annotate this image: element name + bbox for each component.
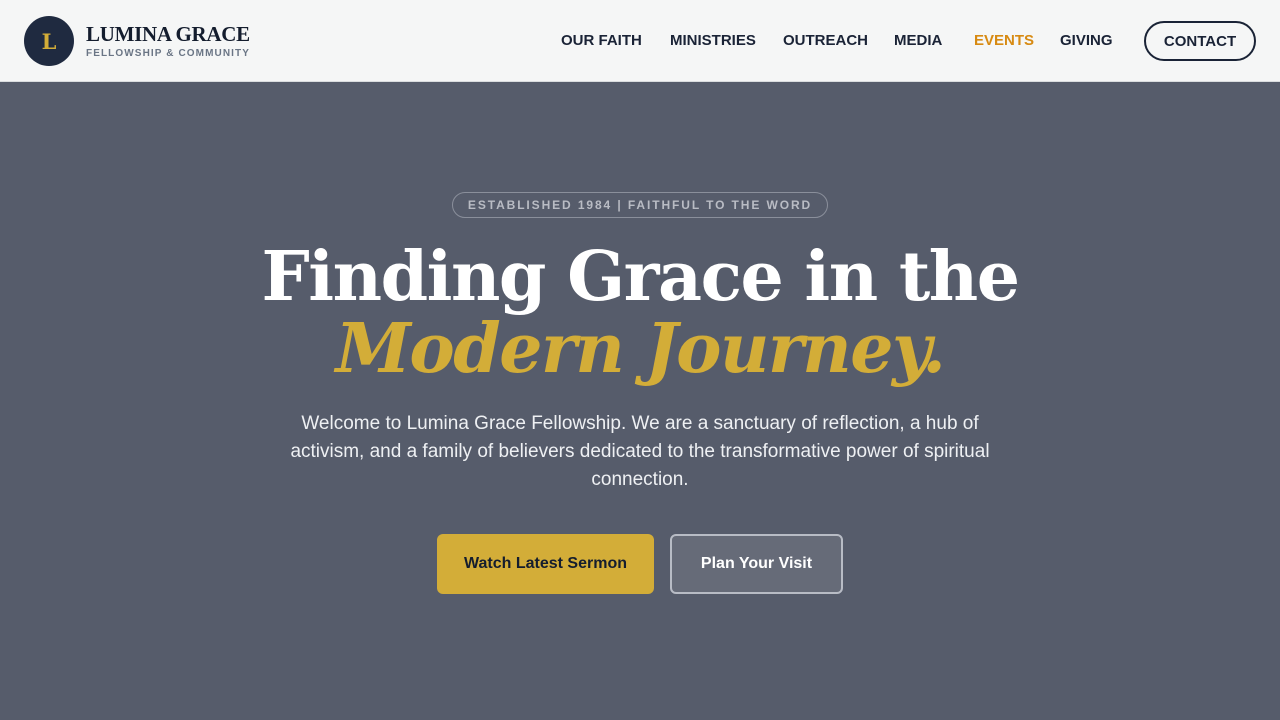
- watch-sermon-button[interactable]: Watch Latest Sermon: [437, 534, 654, 594]
- site-logo[interactable]: L LUMINA GRACE FELLOWSHIP & COMMUNITY: [24, 16, 250, 66]
- established-badge: ESTABLISHED 1984 | FAITHFUL TO THE WORD: [452, 192, 828, 218]
- site-header: L LUMINA GRACE FELLOWSHIP & COMMUNITY OU…: [0, 0, 1280, 82]
- logo-text: LUMINA GRACE FELLOWSHIP & COMMUNITY: [86, 23, 250, 60]
- hero-section: ESTABLISHED 1984 | FAITHFUL TO THE WORD …: [0, 83, 1280, 720]
- hero-headline-line2: Modern Journey.: [335, 309, 946, 389]
- contact-button[interactable]: CONTACT: [1144, 21, 1256, 61]
- brand-name: LUMINA GRACE: [86, 21, 250, 46]
- logo-mark: L: [24, 16, 74, 66]
- nav-outreach[interactable]: OUTREACH: [783, 32, 868, 50]
- nav-our-faith[interactable]: OUR FAITH: [561, 32, 642, 50]
- hero-intro: Welcome to Lumina Grace Fellowship. We a…: [290, 413, 990, 490]
- nav-media[interactable]: MEDIA: [894, 32, 942, 50]
- nav-ministries[interactable]: MINISTRIES: [670, 32, 756, 50]
- plan-visit-button[interactable]: Plan Your Visit: [670, 534, 843, 594]
- nav-events[interactable]: EVENTS: [974, 32, 1034, 50]
- brand-tagline: FELLOWSHIP & COMMUNITY: [86, 47, 251, 59]
- nav-giving[interactable]: GIVING: [1060, 32, 1113, 50]
- hero-headline-line1: Finding Grace in the: [261, 237, 1020, 317]
